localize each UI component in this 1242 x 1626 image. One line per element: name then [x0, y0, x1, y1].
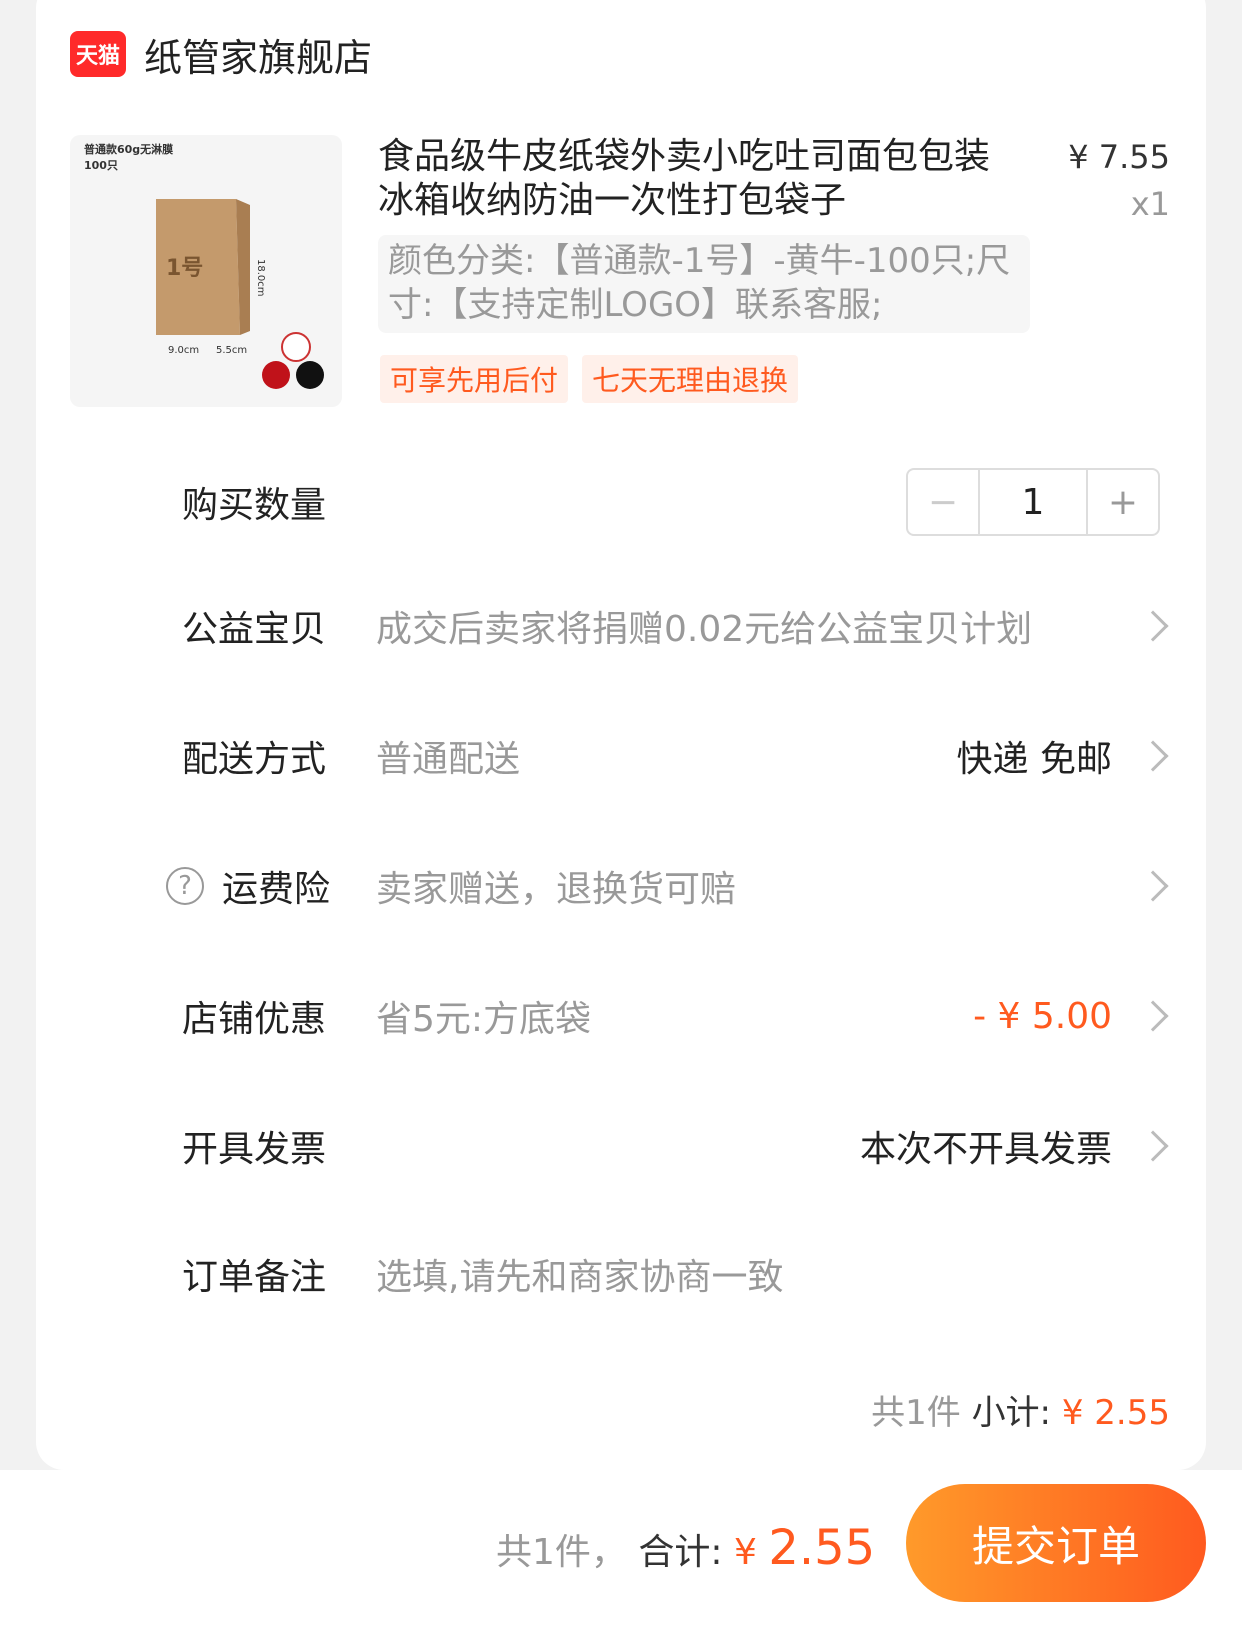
note-row[interactable]: 订单备注 选填,请先和商家协商一致	[0, 1244, 1242, 1304]
product-sku[interactable]: 颜色分类:【普通款-1号】-黄牛-100只;尺寸:【支持定制LOGO】联系客服;	[378, 235, 1030, 333]
subtotal-label: 小计:	[971, 1393, 1052, 1433]
product-price: ¥ 7.55	[1068, 138, 1170, 176]
product-title[interactable]: 食品级牛皮纸袋外卖小吃吐司面包包装冰箱收纳防油一次性打包袋子	[378, 135, 1018, 223]
image-dim-d: 5.5cm	[216, 345, 247, 356]
discount-label: 店铺优惠	[182, 999, 327, 1040]
shop-name: 纸管家旗舰店	[144, 35, 373, 80]
total-label: 合计:	[638, 1532, 723, 1573]
note-input[interactable]: 选填,请先和商家协商一致	[376, 1248, 783, 1300]
image-dim-h: 18.0cm	[255, 259, 266, 297]
subtotal: 共1件 小计: ¥ 2.55	[871, 1385, 1170, 1434]
charity-text: 成交后卖家将捐赠0.02元给公益宝贝计划	[376, 609, 1033, 650]
subtotal-count: 共1件	[871, 1393, 961, 1433]
quantity-stepper[interactable]: − 1 +	[906, 468, 1160, 536]
delivery-row[interactable]: 配送方式 普通配送 快递 免邮	[0, 726, 1242, 786]
delivery-label: 配送方式	[182, 739, 327, 780]
insurance-row[interactable]: ? 运费险 卖家赠送，退换货可赔	[0, 856, 1242, 916]
subtotal-currency: ¥	[1061, 1393, 1084, 1433]
insurance-text: 卖家赠送，退换货可赔	[376, 869, 737, 910]
invoice-value: 本次不开具发票	[859, 1129, 1112, 1170]
total-currency: ¥	[733, 1532, 757, 1573]
order-total: 共1件， 合计: ¥ 2.55	[496, 1520, 875, 1576]
chevron-right-icon	[1137, 1130, 1169, 1162]
total-count: 共1件，	[496, 1532, 627, 1573]
chevron-right-icon	[1137, 610, 1169, 642]
tag-pay-later: 可享先用后付	[380, 355, 569, 403]
product-image[interactable]: 普通款60g无淋膜 100只 1号 18.0cm 9.0cm 5.5cm	[70, 135, 342, 407]
decrease-button[interactable]: −	[908, 470, 980, 534]
chevron-right-icon	[1137, 1000, 1169, 1032]
image-bag-number: 1号	[166, 256, 203, 281]
invoice-label: 开具发票	[182, 1129, 327, 1170]
quantity-label: 购买数量	[182, 485, 327, 526]
subtotal-amount: 2.55	[1094, 1393, 1170, 1433]
image-count-text: 100只	[84, 159, 118, 172]
discount-value: - ¥ 5.00	[973, 995, 1112, 1037]
submit-order-button[interactable]: 提交订单	[906, 1484, 1206, 1602]
image-badge-text: 普通款60g无淋膜	[84, 142, 173, 156]
product-quantity: x1	[1130, 185, 1170, 223]
charity-row[interactable]: 公益宝贝 成交后卖家将捐赠0.02元给公益宝贝计划	[0, 596, 1242, 656]
help-icon[interactable]: ?	[166, 867, 204, 905]
discount-row[interactable]: 店铺优惠 省5元:方底袋 - ¥ 5.00	[0, 986, 1242, 1046]
insurance-label: 运费险	[222, 869, 331, 910]
chevron-right-icon	[1137, 870, 1169, 902]
tmall-logo-icon: 天猫	[70, 31, 126, 77]
charity-label: 公益宝贝	[182, 609, 327, 650]
total-amount: 2.55	[768, 1520, 876, 1576]
service-tags: 可享先用后付 七天无理由退换	[380, 355, 799, 403]
shop-header[interactable]: 天猫 纸管家旗舰店	[70, 26, 372, 82]
discount-text: 省5元:方底袋	[376, 999, 592, 1040]
image-dim-w: 9.0cm	[168, 345, 199, 356]
quantity-value[interactable]: 1	[980, 470, 1086, 534]
tag-seven-day-return: 七天无理由退换	[582, 355, 799, 403]
note-label: 订单备注	[182, 1257, 327, 1298]
chevron-right-icon	[1137, 740, 1169, 772]
delivery-method: 普通配送	[376, 739, 521, 780]
delivery-value: 快递 免邮	[956, 739, 1112, 780]
invoice-row[interactable]: 开具发票 本次不开具发票	[0, 1116, 1242, 1176]
increase-button[interactable]: +	[1086, 470, 1158, 534]
